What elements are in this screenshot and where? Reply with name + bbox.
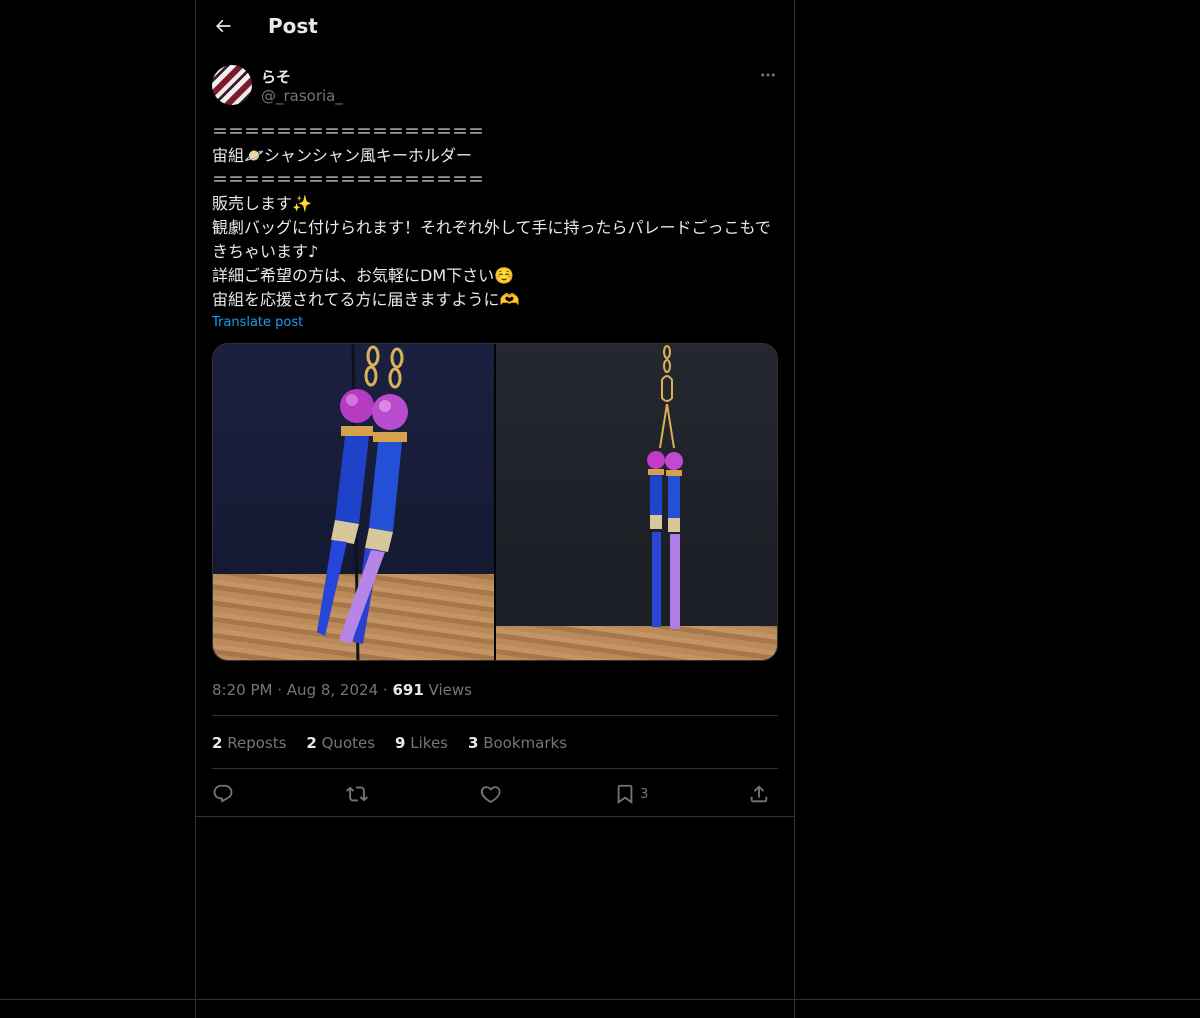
post-text-line: 販売します✨ <box>212 194 312 213</box>
quotes-stat[interactable]: 2 Quotes <box>306 734 375 752</box>
reply-icon <box>213 784 233 803</box>
translate-post-link[interactable]: Translate post <box>212 315 303 330</box>
author-handle[interactable]: @_rasoria_ <box>261 87 343 105</box>
page-bottom-divider <box>0 999 1200 1000</box>
like-button[interactable] <box>480 780 502 808</box>
header: Post <box>196 0 794 54</box>
more-options-button[interactable] <box>756 64 780 86</box>
post-text-line: 詳細ご希望の方は、お気軽にDM下さい☺️ <box>212 266 515 285</box>
post-column: Post らそ @_rasoria_ ＝＝＝＝＝＝＝＝＝＝＝＝＝＝＝＝＝ 宙組🪐… <box>195 0 795 1018</box>
back-button[interactable] <box>208 11 238 41</box>
heart-icon <box>480 786 501 804</box>
post-date[interactable]: Aug 8, 2024 <box>287 681 378 699</box>
media-grid <box>212 343 778 661</box>
reply-button[interactable] <box>212 780 234 808</box>
post-text-line: ＝＝＝＝＝＝＝＝＝＝＝＝＝＝＝＝＝ <box>212 170 485 189</box>
divider <box>212 768 778 769</box>
post-photo[interactable] <box>213 344 494 660</box>
views-count: 691 <box>392 681 424 699</box>
more-icon <box>761 73 775 77</box>
views-label: Views <box>428 681 472 699</box>
share-button[interactable] <box>748 780 770 808</box>
page-title: Post <box>268 14 318 38</box>
post-text-line: ＝＝＝＝＝＝＝＝＝＝＝＝＝＝＝＝＝ <box>212 122 485 141</box>
author-name[interactable]: らそ <box>261 66 291 87</box>
divider <box>212 715 778 716</box>
post-meta: 8:20 PM · Aug 8, 2024 · 691 Views <box>212 681 472 699</box>
reposts-stat[interactable]: 2 Reposts <box>212 734 286 752</box>
post-stats: 2 Reposts 2 Quotes 9 Likes 3 Bookmarks <box>212 734 567 752</box>
keychain-illustration <box>647 345 683 629</box>
post-text-line: 宙組を応援されてる方に届きますように🫶 <box>212 290 520 309</box>
action-bar: 3 <box>212 780 778 808</box>
likes-stat[interactable]: 9 Likes <box>395 734 448 752</box>
post-text-line: 観劇バッグに付けられます！それぞれ外して手に持ったらパレードごっこもできちゃいま… <box>212 218 771 261</box>
meta-separator: · <box>277 681 283 699</box>
repost-icon <box>346 786 368 802</box>
post-text-line: 宙組🪐シャンシャン風キーホルダー <box>212 146 472 165</box>
post-photo[interactable] <box>496 344 777 660</box>
bookmark-icon <box>617 784 633 804</box>
bookmark-button[interactable]: 3 <box>614 780 648 808</box>
bookmark-count: 3 <box>640 786 649 802</box>
repost-button[interactable] <box>346 780 368 808</box>
bookmarks-stat[interactable]: 3 Bookmarks <box>468 734 567 752</box>
share-icon <box>750 785 768 803</box>
keychain-illustration <box>317 344 408 660</box>
meta-separator: · <box>382 681 388 699</box>
divider <box>196 816 794 817</box>
post-time[interactable]: 8:20 PM <box>212 681 272 699</box>
post-text: ＝＝＝＝＝＝＝＝＝＝＝＝＝＝＝＝＝ 宙組🪐シャンシャン風キーホルダー ＝＝＝＝＝… <box>212 120 778 312</box>
arrow-left-icon <box>216 19 231 33</box>
avatar[interactable] <box>212 65 252 105</box>
